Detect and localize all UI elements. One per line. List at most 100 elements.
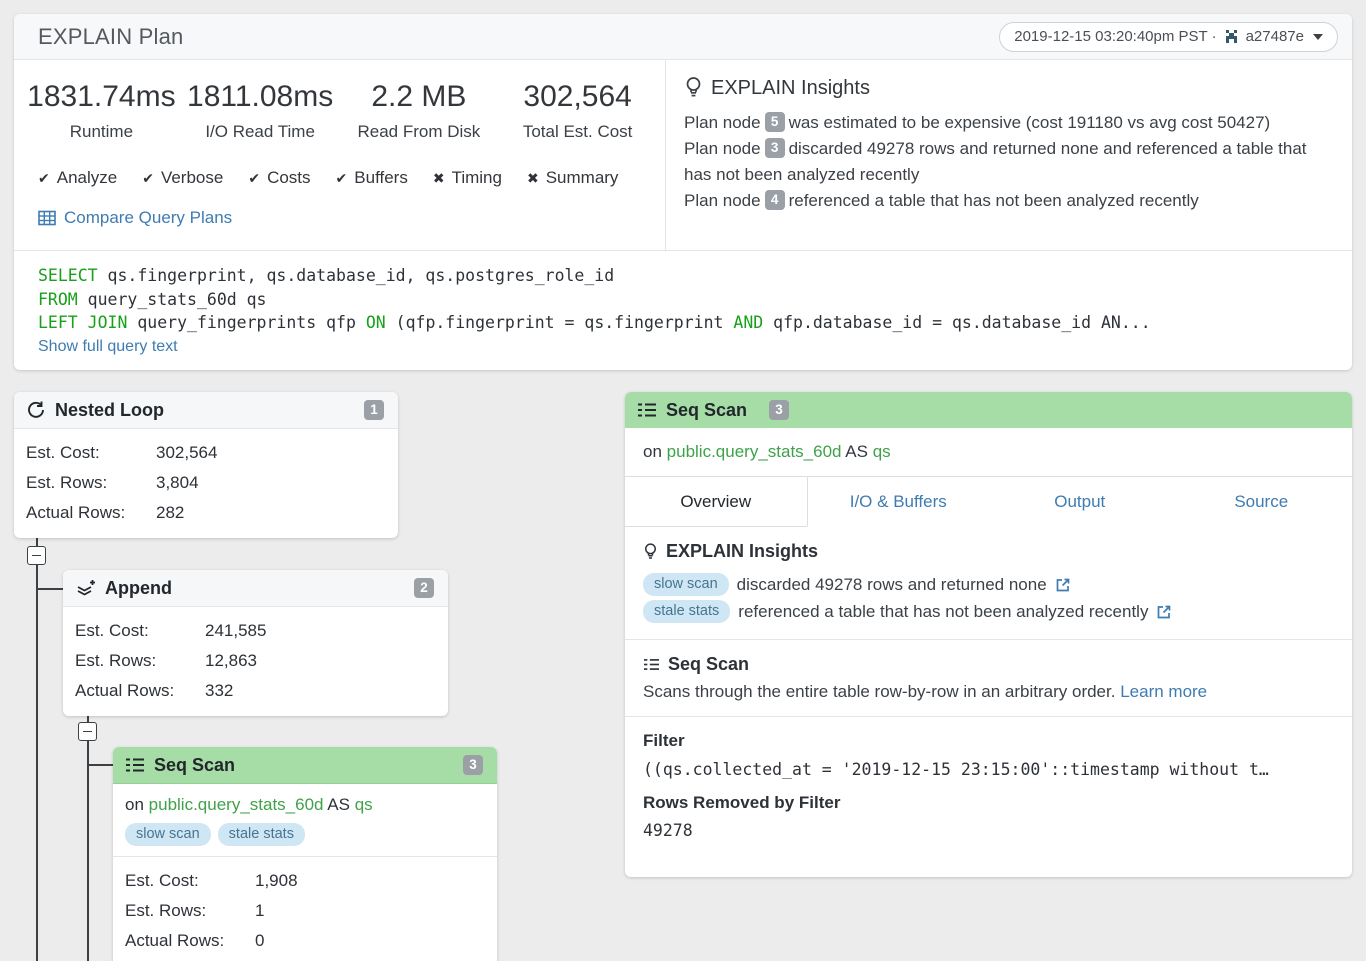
seq-scan-icon <box>643 657 660 672</box>
node-table-line: on public.query_stats_60d AS qs <box>125 795 485 815</box>
lightbulb-icon <box>684 76 703 100</box>
insight-item: Plan node3discarded 49278 rows and retur… <box>684 136 1332 188</box>
plan-identicon-icon <box>1224 29 1239 44</box>
check-icon: ✔ <box>336 170 348 187</box>
plan-selector-dropdown[interactable]: 2019-12-15 03:20:40pm PST · a27487e <box>999 22 1338 52</box>
node-title: Append <box>105 578 172 599</box>
node-title: Seq Scan <box>154 755 235 776</box>
page-title: EXPLAIN Plan <box>38 24 183 50</box>
tab-source[interactable]: Source <box>1171 477 1353 527</box>
detail-insights-title: EXPLAIN Insights <box>666 541 818 562</box>
node-type-title: Seq Scan <box>668 654 749 675</box>
insight-tag-slow-scan: slow scan <box>643 573 729 596</box>
plan-stats: 1831.74ms Runtime 1811.08ms I/O Read Tim… <box>14 60 666 250</box>
flag-timing: ✖Timing <box>433 168 502 188</box>
plan-fingerprint: a27487e <box>1246 28 1304 45</box>
compare-query-plans-link[interactable]: Compare Query Plans <box>38 208 232 228</box>
plan-node-badge[interactable]: 5 <box>765 112 785 132</box>
explain-flags: ✔Analyze ✔Verbose ✔Costs ✔Buffers ✖Timin… <box>14 142 665 188</box>
detail-tabs: Overview I/O & Buffers Output Source <box>625 477 1352 527</box>
table-link[interactable]: public.query_stats_60d <box>667 442 842 461</box>
tree-connector-line <box>36 525 38 961</box>
seq-scan-icon <box>125 756 145 774</box>
seq-scan-icon <box>637 401 657 419</box>
alias-link[interactable]: qs <box>355 795 373 814</box>
detail-insights-section: EXPLAIN Insights slow scan discarded 492… <box>625 527 1352 640</box>
node-stat-row: Actual Rows:282 <box>26 498 386 528</box>
metric-runtime: 1831.74ms Runtime <box>22 80 181 142</box>
insight-tag-slow-scan: slow scan <box>125 823 211 846</box>
external-link-icon[interactable] <box>1156 604 1172 620</box>
nested-loop-icon <box>26 400 46 420</box>
x-icon: ✖ <box>433 170 445 187</box>
sql-line: LEFT JOIN query_fingerprints qfp ON (qfp… <box>38 311 1328 335</box>
insight-tag-stale-stats: stale stats <box>643 600 730 623</box>
tree-connector-line <box>87 703 89 961</box>
learn-more-link[interactable]: Learn more <box>1120 682 1207 701</box>
tab-io-buffers[interactable]: I/O & Buffers <box>808 477 990 527</box>
card-header: EXPLAIN Plan 2019-12-15 03:20:40pm PST ·… <box>14 14 1352 60</box>
table-link[interactable]: public.query_stats_60d <box>149 795 324 814</box>
explain-plan-card: EXPLAIN Plan 2019-12-15 03:20:40pm PST ·… <box>14 14 1352 370</box>
sql-line: SELECT qs.fingerprint, qs.database_id, q… <box>38 264 1328 288</box>
insights-panel-title: EXPLAIN Insights <box>711 77 870 100</box>
plan-node-seq-scan[interactable]: Seq Scan 3 on public.query_stats_60d AS … <box>113 747 497 961</box>
node-number-badge: 2 <box>414 578 434 598</box>
detail-insight-item: stale stats referenced a table that has … <box>643 598 1334 625</box>
filter-expression: ((qs.collected_at = '2019-12-15 23:15:00… <box>643 760 1334 779</box>
node-stat-row: Est. Cost:241,585 <box>75 616 436 646</box>
node-stat-row: Actual Rows:0 <box>125 926 485 956</box>
node-detail-panel: Seq Scan 3 on public.query_stats_60d AS … <box>625 392 1352 877</box>
filter-label: Filter <box>643 731 1334 751</box>
query-text: SELECT qs.fingerprint, qs.database_id, q… <box>14 250 1352 356</box>
external-link-icon[interactable] <box>1055 577 1071 593</box>
node-title: Nested Loop <box>55 400 164 421</box>
node-stat-row: Est. Rows:12,863 <box>75 646 436 676</box>
metric-io-read-time: 1811.08ms I/O Read Time <box>181 80 340 142</box>
flag-verbose: ✔Verbose <box>142 168 223 188</box>
x-icon: ✖ <box>527 170 539 187</box>
alias-link[interactable]: qs <box>873 442 891 461</box>
insight-item: Plan node5was estimated to be expensive … <box>684 110 1332 136</box>
collapse-node-toggle[interactable] <box>27 546 46 565</box>
plan-tree-area: Nested Loop 1 Est. Cost:302,564 Est. Row… <box>0 370 1366 961</box>
caret-down-icon <box>1313 34 1323 40</box>
rows-removed-value: 49278 <box>643 821 1334 840</box>
metrics-row: 1831.74ms Runtime 1811.08ms I/O Read Tim… <box>14 74 665 142</box>
collapse-node-toggle[interactable] <box>78 722 97 741</box>
tree-connector-line <box>88 764 114 766</box>
append-icon <box>75 578 96 598</box>
plan-node-nested-loop[interactable]: Nested Loop 1 Est. Cost:302,564 Est. Row… <box>14 392 398 538</box>
plan-node-badge[interactable]: 4 <box>765 190 785 210</box>
node-stat-row: Est. Rows:3,804 <box>26 468 386 498</box>
flag-summary: ✖Summary <box>527 168 618 188</box>
plan-timestamp: 2019-12-15 03:20:40pm PST · <box>1014 28 1216 45</box>
plan-node-badge[interactable]: 3 <box>765 138 785 158</box>
node-stat-row: Est. Rows:1 <box>125 896 485 926</box>
node-type-help-section: Seq Scan Scans through the entire table … <box>625 640 1352 717</box>
table-grid-icon <box>38 210 56 226</box>
node-type-description: Scans through the entire table row-by-ro… <box>643 682 1334 702</box>
check-icon: ✔ <box>142 170 154 187</box>
explain-insights-panel: EXPLAIN Insights Plan node5was estimated… <box>666 60 1352 250</box>
node-number-badge: 3 <box>463 755 483 775</box>
show-full-query-link[interactable]: Show full query text <box>38 338 178 356</box>
check-icon: ✔ <box>38 170 50 187</box>
detail-table-line: on public.query_stats_60d AS qs <box>625 428 1352 477</box>
node-stat-row: Actual Rows:332 <box>75 676 436 706</box>
insight-tag-stale-stats: stale stats <box>218 823 305 846</box>
node-number-badge: 3 <box>769 400 789 420</box>
flag-buffers: ✔Buffers <box>336 168 408 188</box>
rows-removed-label: Rows Removed by Filter <box>643 793 1334 813</box>
metric-total-est-cost: 302,564 Total Est. Cost <box>498 80 657 142</box>
check-icon: ✔ <box>248 170 260 187</box>
sql-line: FROM query_stats_60d qs <box>38 288 1328 312</box>
node-stat-row: Est. Cost:1,908 <box>125 866 485 896</box>
detail-node-title: Seq Scan <box>666 400 747 421</box>
plan-node-append[interactable]: Append 2 Est. Cost:241,585 Est. Rows:12,… <box>63 570 448 716</box>
node-stat-row: Est. Cost:302,564 <box>26 438 386 468</box>
lightbulb-icon <box>643 542 658 562</box>
metric-read-from-disk: 2.2 MB Read From Disk <box>340 80 499 142</box>
tab-overview[interactable]: Overview <box>625 477 808 527</box>
tab-output[interactable]: Output <box>989 477 1171 527</box>
